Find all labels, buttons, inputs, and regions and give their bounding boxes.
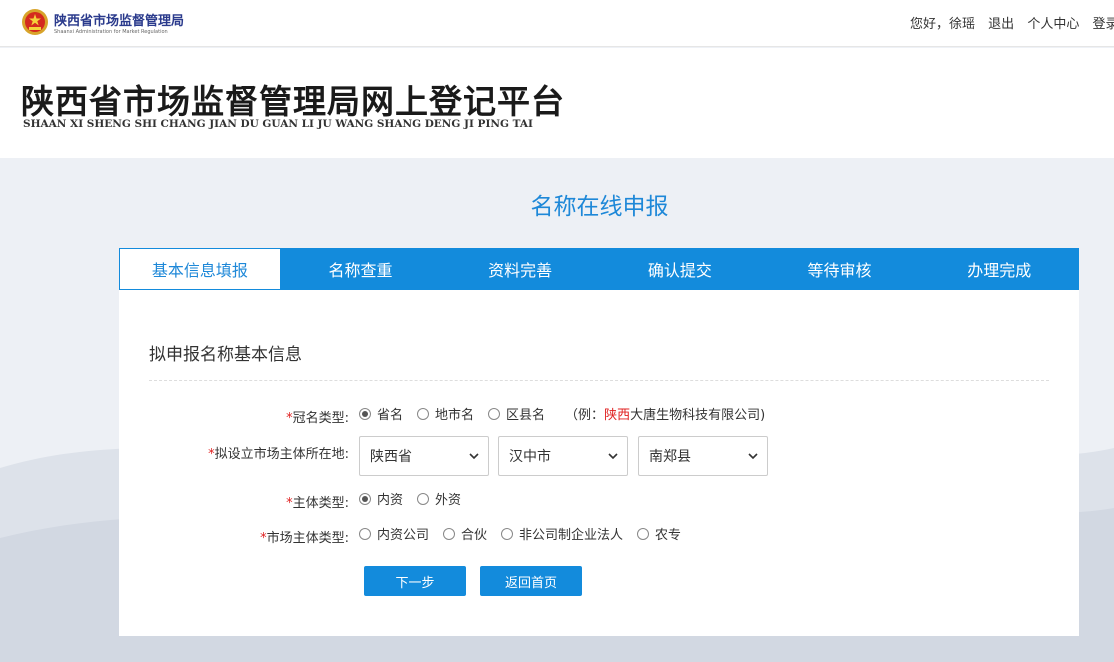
radio-dot [443,527,456,540]
step-basic-info[interactable]: 基本信息填报 [119,248,281,290]
county-select[interactable]: 南郑县 [638,436,768,476]
radio-dot [637,527,650,540]
radio-domestic[interactable]: 内资 [359,489,403,508]
step-review[interactable]: 等待审核 [760,248,920,290]
greeting-text: 您好，徐瑶 [910,17,976,32]
location-label: *拟设立市场主体所在地: [208,447,349,462]
radio-farmer-cooperative[interactable]: 农专 [637,524,681,543]
form-card: 拟申报名称基本信息 *冠名类型: 省名 地市名 区县名 （例：陕西大唐生物科技有… [119,290,1079,636]
radio-dot [417,407,430,420]
divider [149,380,1049,381]
radio-dot [359,407,371,420]
section-title: 拟申报名称基本信息 [149,345,302,365]
step-tabs: 基本信息填报 名称查重 资料完善 确认提交 等待审核 办理完成 [119,248,1079,290]
national-emblem-icon [22,9,48,35]
platform-subtitle: SHAAN XI SHENG SHI CHANG JIAN DU GUAN LI… [23,118,533,130]
radio-county[interactable]: 区县名 [488,404,545,423]
prefix-type-radios: 省名 地市名 区县名 （例：陕西大唐生物科技有限公司) [359,404,765,423]
step-name-check[interactable]: 名称查重 [281,248,441,290]
radio-foreign[interactable]: 外资 [417,489,461,508]
radio-dot [488,407,501,420]
step-confirm[interactable]: 确认提交 [600,248,760,290]
market-entity-type-label: *市场主体类型: [260,531,349,546]
back-home-button[interactable]: 返回首页 [480,566,582,596]
platform-title: 陕西省市场监督管理局网上登记平台 [21,82,565,121]
radio-partnership[interactable]: 合伙 [443,524,487,543]
chevron-down-icon [469,453,479,460]
entity-type-label: *主体类型: [286,496,349,511]
radio-dot [359,527,371,540]
market-entity-type-radios: 内资公司 合伙 非公司制企业法人 农专 [359,524,695,543]
page-heading: 名称在线申报 [530,194,669,220]
prefix-type-label: *冠名类型: [286,411,349,426]
org-name-en: Shaanxi Administration for Market Regula… [54,29,168,35]
chevron-down-icon [608,453,618,460]
step-complete[interactable]: 办理完成 [919,248,1079,290]
radio-province[interactable]: 省名 [359,404,403,423]
radio-city[interactable]: 地市名 [417,404,474,423]
step-materials[interactable]: 资料完善 [440,248,600,290]
profile-link[interactable]: 个人中心 [1027,17,1079,32]
next-step-button[interactable]: 下一步 [364,566,466,596]
radio-domestic-company[interactable]: 内资公司 [359,524,429,543]
city-select[interactable]: 汉中市 [498,436,628,476]
prefix-example: （例：陕西大唐生物科技有限公司) [565,408,766,423]
top-bar: 陕西省市场监督管理局 Shaanxi Administration for Ma… [0,0,1114,47]
chevron-down-icon [748,453,758,460]
radio-non-company-legal-person[interactable]: 非公司制企业法人 [501,524,623,543]
radio-dot [501,527,514,540]
user-nav: 您好，徐瑶 退出 个人中心 登录 [910,13,1114,32]
entity-type-radios: 内资 外资 [359,489,475,508]
login-link[interactable]: 登录 [1092,17,1114,32]
radio-dot [417,492,430,505]
logout-link[interactable]: 退出 [988,17,1014,32]
province-select[interactable]: 陕西省 [359,436,489,476]
org-name: 陕西省市场监督管理局 [54,14,185,29]
banner: 陕西省市场监督管理局网上登记平台 SHAAN XI SHENG SHI CHAN… [0,48,1114,158]
radio-dot [359,492,371,505]
